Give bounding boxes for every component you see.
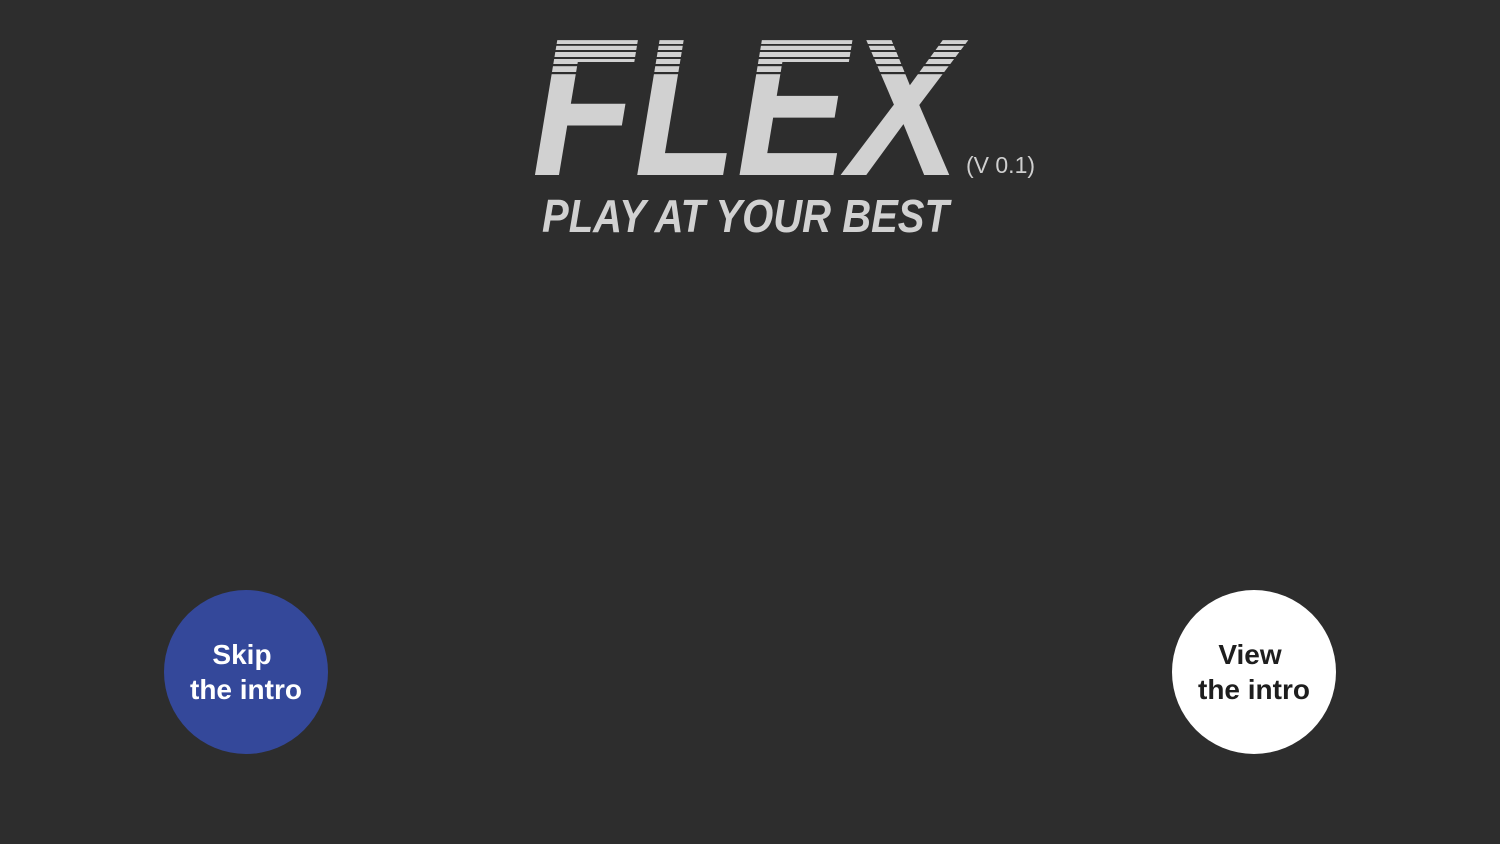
flex-logo: FLEX xyxy=(532,0,969,217)
skip-intro-label-line2: the intro xyxy=(190,674,302,705)
view-intro-label-line2: the intro xyxy=(1198,674,1310,705)
version-label: (V 0.1) xyxy=(966,152,1036,178)
skip-intro-label-line1: Skip xyxy=(212,639,272,670)
view-intro-button[interactable]: View the intro xyxy=(1172,590,1336,754)
view-intro-label-line1: View xyxy=(1218,639,1282,670)
skip-intro-button[interactable]: Skip the intro xyxy=(164,590,328,754)
logo-block: FLEX PLAY AT YOUR BEST (V 0.1) xyxy=(530,0,1050,248)
tagline: PLAY AT YOUR BEST xyxy=(542,190,949,242)
logo-text: FLEX xyxy=(532,0,969,217)
